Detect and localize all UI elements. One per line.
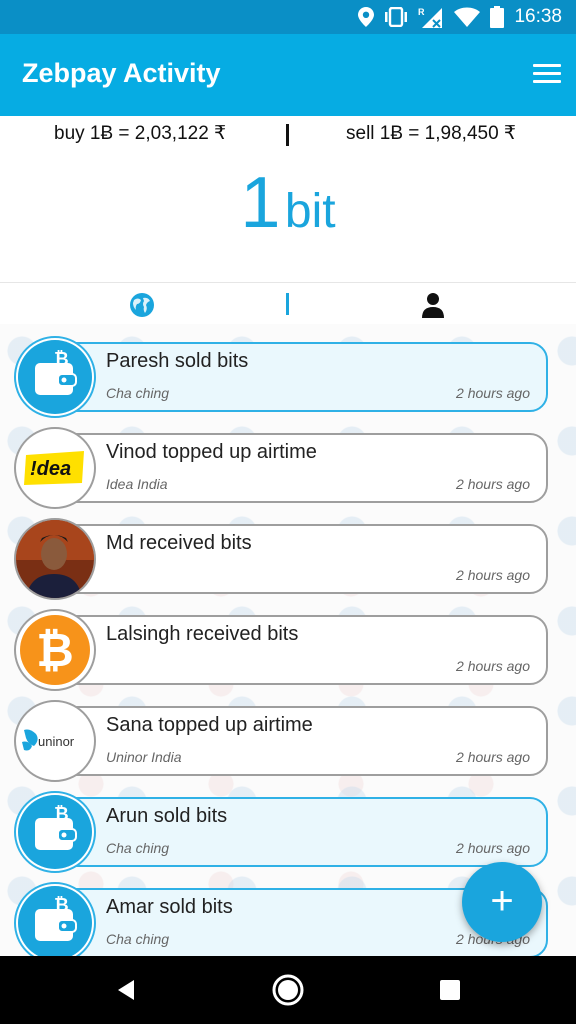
list-item[interactable]: Md received bits 2 hours ago: [0, 510, 576, 600]
idea-logo: !dea: [14, 427, 96, 509]
wifi-icon: [454, 7, 481, 27]
battery-icon: [490, 6, 505, 28]
card-time: 2 hours ago: [456, 476, 530, 492]
amount-value: 1: [240, 163, 281, 243]
amount-unit: bit: [284, 185, 336, 238]
card-subtitle: Cha ching: [106, 385, 170, 401]
card-title: Lalsingh received bits: [106, 623, 299, 645]
system-nav-bar: [0, 956, 576, 1024]
back-icon[interactable]: [114, 978, 138, 1002]
hamburger-menu-icon[interactable]: [530, 59, 564, 89]
card-time: 2 hours ago: [456, 385, 530, 401]
card-subtitle: Uninor India: [106, 749, 182, 765]
page-title: Zebpay Activity: [22, 58, 221, 88]
card-title: Amar sold bits: [106, 896, 233, 918]
globe-icon[interactable]: [128, 291, 156, 319]
card-subtitle: Cha ching: [106, 931, 170, 947]
card-title: Vinod topped up airtime: [106, 441, 317, 463]
activity-feed[interactable]: ₿ Paresh sold bits Cha ching 2 hours ago…: [0, 324, 576, 956]
list-item[interactable]: ₿ Arun sold bits Cha ching 2 hours ago: [0, 783, 576, 873]
card-subtitle: Cha ching: [106, 840, 170, 856]
card-title: Md received bits: [106, 532, 252, 554]
svg-text:uninor: uninor: [38, 734, 75, 749]
app-bar: Zebpay Activity: [0, 34, 576, 116]
card-time: 2 hours ago: [456, 658, 530, 674]
status-time: 16:38: [514, 6, 562, 27]
card-time: 2 hours ago: [456, 749, 530, 765]
tab-divider: [286, 293, 289, 315]
svg-text:₿: ₿: [54, 349, 69, 369]
buy-rate: buy 1Ƀ = 2,03,122 ₹: [54, 123, 227, 144]
tab-bar: [0, 282, 576, 324]
card-title: Arun sold bits: [106, 805, 228, 827]
list-item[interactable]: ₿ Paresh sold bits Cha ching 2 hours ago: [0, 328, 576, 418]
vibrate-icon: [385, 7, 408, 27]
svg-text:₿: ₿: [36, 624, 74, 676]
list-item[interactable]: !dea Vinod topped up airtime Idea India …: [0, 419, 576, 509]
sell-rate: sell 1Ƀ = 1,98,450 ₹: [346, 123, 517, 144]
add-button[interactable]: +: [462, 862, 542, 942]
wallet-icon: ₿: [14, 882, 96, 956]
user-photo: [14, 518, 96, 600]
uninor-logo: uninor: [14, 700, 96, 782]
svg-text:₿: ₿: [54, 895, 69, 915]
location-icon: [358, 7, 375, 27]
card-time: 2 hours ago: [456, 567, 530, 583]
bitcoin-icon: ₿: [14, 609, 96, 691]
card-subtitle: Idea India: [106, 476, 168, 492]
recents-icon[interactable]: [439, 979, 461, 1001]
bit-amount: 1 bit: [0, 162, 576, 244]
wallet-icon: ₿: [14, 791, 96, 873]
signal-roaming-icon: R: [418, 7, 443, 28]
card-time: 2 hours ago: [456, 840, 530, 856]
svg-text:!dea: !dea: [30, 458, 71, 480]
svg-text:₿: ₿: [54, 804, 69, 824]
card-title: Paresh sold bits: [106, 350, 249, 372]
status-bar: R 16:38: [0, 0, 576, 34]
rate-divider: [286, 124, 289, 146]
list-item[interactable]: ₿ Lalsingh received bits 2 hours ago: [0, 601, 576, 691]
rates-bar: buy 1Ƀ = 2,03,122 ₹ sell 1Ƀ = 1,98,450 ₹: [0, 116, 576, 152]
home-icon[interactable]: [271, 973, 305, 1007]
status-icons: R 16:38: [358, 6, 562, 28]
wallet-icon: ₿: [14, 336, 96, 418]
card-title: Sana topped up airtime: [106, 714, 313, 736]
user-icon[interactable]: [419, 291, 447, 319]
list-item[interactable]: uninor Sana topped up airtime Uninor Ind…: [0, 692, 576, 782]
svg-text:R: R: [418, 7, 425, 17]
